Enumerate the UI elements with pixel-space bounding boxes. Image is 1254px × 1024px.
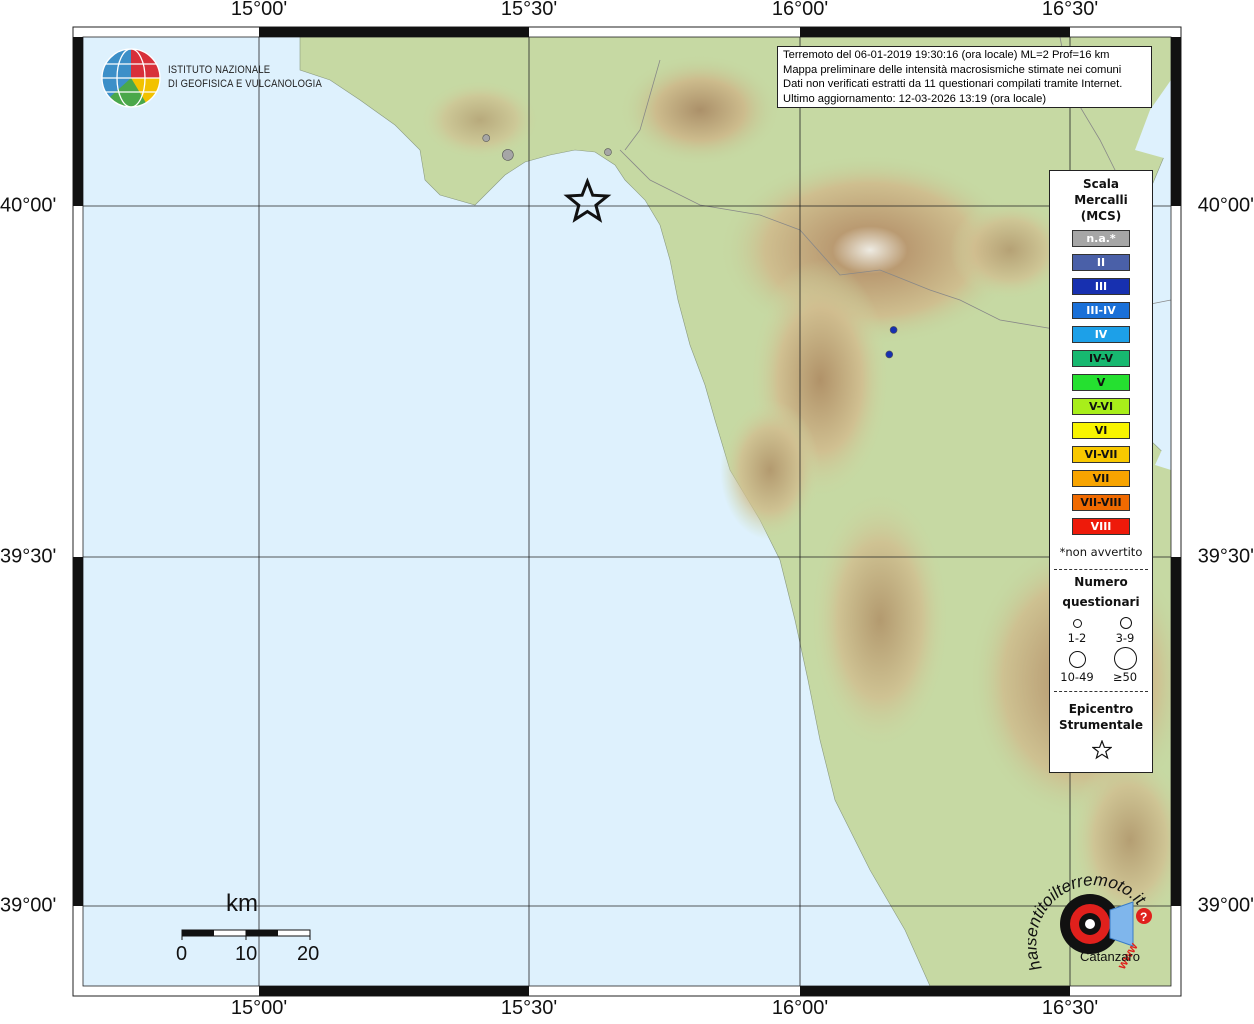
count-circle-1-2 — [1073, 619, 1082, 628]
intensity-swatch: IV — [1072, 326, 1130, 343]
felt-point — [885, 350, 894, 359]
count-circle-3-9 — [1120, 617, 1132, 629]
haisentito-logo: haisentitoilterremoto.it ? www — [1028, 870, 1152, 974]
intensity-swatch: VII — [1072, 470, 1130, 487]
felt-point — [604, 148, 612, 156]
watermark-city: Catanzaro — [1080, 949, 1140, 964]
logo-line-2: DI GEOFISICA E VULCANOLOGIA — [168, 78, 322, 90]
count-label-3-9: 3-9 — [1115, 631, 1135, 645]
lon-tick-top-2: 15°30' — [500, 0, 558, 20]
logo-line-1: ISTITUTO NAZIONALE — [168, 64, 271, 76]
felt-point — [482, 134, 491, 142]
event-info-line-2: Mappa preliminare delle intensità macros… — [783, 63, 1122, 76]
count-circle-10-49 — [1069, 651, 1086, 668]
svg-text:?: ? — [1140, 910, 1147, 924]
scale-bar-unit: km — [226, 890, 258, 917]
scale-bar-tick-10: 10 — [235, 943, 258, 965]
legend-panel: Scala Mercalli (MCS) n.a.* II III III-IV IV I… — [1049, 170, 1153, 773]
intensity-swatch: III — [1072, 278, 1130, 295]
lat-tick-left-3: 39°00' — [0, 894, 57, 917]
event-info-line-1: Terremoto del 06-01-2019 19:30:16 (ora l… — [783, 49, 1110, 61]
scale-bar: km 0 10 20 — [160, 888, 340, 968]
count-label-50-plus: ≥50 — [1112, 670, 1138, 684]
lon-tick-bottom-3: 16°00' — [771, 997, 829, 1019]
intensity-swatch: VIII — [1072, 518, 1130, 535]
event-info-line-4: Ultimo aggiornamento: 12-03-2026 13:19 (… — [783, 92, 1047, 105]
count-title-line-1: Numero — [1074, 575, 1128, 589]
felt-point — [502, 149, 514, 161]
lat-tick-right-2: 39°30' — [1197, 545, 1254, 568]
epicenter-title-line-1: Epicentro — [1068, 702, 1134, 716]
intensity-swatch: IV-V — [1072, 350, 1130, 367]
lon-tick-top-3: 16°00' — [771, 0, 829, 20]
intensity-swatch: V — [1072, 374, 1130, 391]
scale-bar-tick-20: 20 — [297, 943, 320, 965]
lat-tick-left-2: 39°30' — [0, 545, 57, 568]
event-info-line-3: Dati non verificati estratti da 11 quest… — [783, 78, 1123, 90]
lat-tick-left-1: 40°00' — [0, 194, 57, 217]
felt-point — [889, 326, 898, 334]
ingv-logo: ISTITUTO NAZIONALE DI GEOFISICA E VULCAN… — [100, 47, 330, 111]
legend-note: *non avvertito — [1059, 545, 1143, 559]
epicenter-title-line-2: Strumentale — [1058, 718, 1144, 732]
globe-icon — [101, 48, 161, 108]
legend-title-line-1: Scala — [1082, 177, 1120, 191]
intensity-swatch: V-VI — [1072, 398, 1130, 415]
lat-tick-right-3: 39°00' — [1197, 894, 1254, 917]
intensity-swatch: II — [1072, 254, 1130, 271]
intensity-swatch: VI-VII — [1072, 446, 1130, 463]
lon-tick-top-1: 15°00' — [230, 0, 288, 20]
lat-tick-right-1: 40°00' — [1197, 194, 1254, 217]
scale-bar-tick-0: 0 — [176, 943, 188, 965]
legend-title-line-3: (MCS) — [1080, 209, 1122, 223]
legend-title-line-2: Mercalli — [1074, 193, 1128, 207]
lon-tick-bottom-2: 15°30' — [500, 997, 558, 1019]
intensity-swatch: III-IV — [1072, 302, 1130, 319]
count-label-10-49: 10-49 — [1060, 670, 1094, 684]
count-title-line-2: questionari — [1062, 595, 1140, 609]
lon-tick-bottom-1: 15°00' — [230, 997, 288, 1019]
lon-tick-top-4: 16°30' — [1041, 0, 1099, 20]
intensity-swatch: VI — [1072, 422, 1130, 439]
lon-tick-bottom-4: 16°30' — [1041, 997, 1099, 1019]
legend-divider-2 — [1054, 691, 1148, 692]
count-circle-50-plus — [1114, 647, 1137, 670]
count-label-1-2: 1-2 — [1067, 631, 1087, 645]
intensity-swatch: VII-VIII — [1072, 494, 1130, 511]
star-icon — [1092, 740, 1112, 760]
legend-divider-1 — [1054, 569, 1148, 570]
intensity-swatch: n.a.* — [1072, 230, 1130, 247]
event-info-box: Terremoto del 06-01-2019 19:30:16 (ora l… — [777, 46, 1152, 108]
